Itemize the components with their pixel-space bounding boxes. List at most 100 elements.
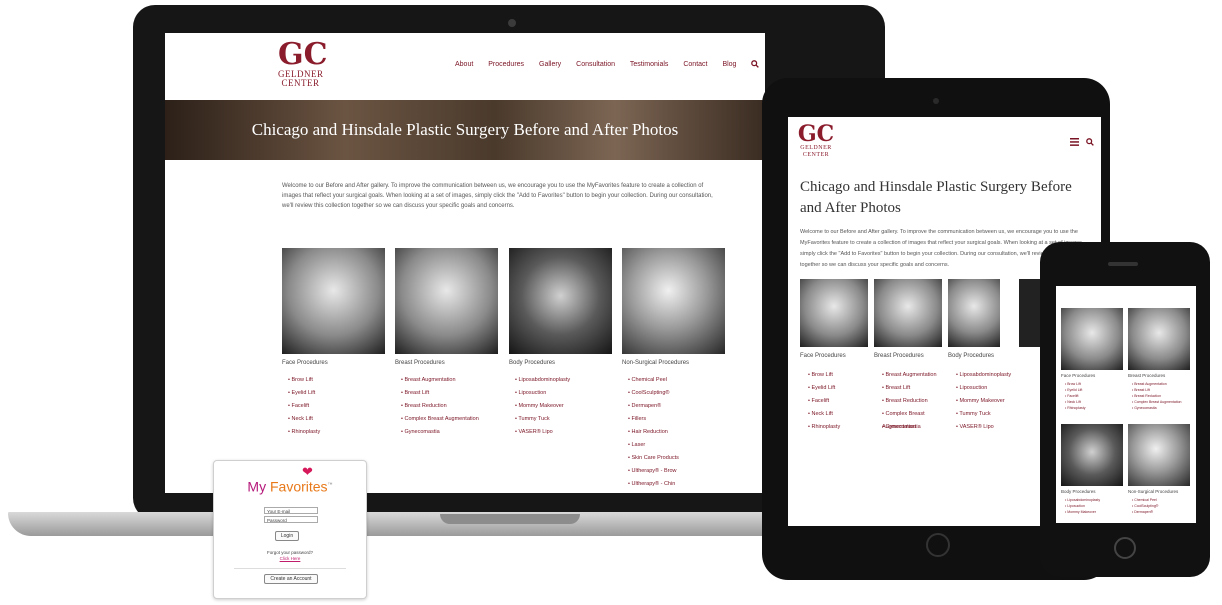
category-title-body[interactable]: Body Procedures	[509, 360, 555, 366]
list-item[interactable]: Gynecomastia	[882, 421, 946, 434]
list-item[interactable]: Chemical Peel	[628, 374, 679, 387]
list-item[interactable]: Dermapen®	[1132, 509, 1158, 515]
camera-icon	[933, 98, 939, 104]
nav-gallery[interactable]: Gallery	[539, 61, 561, 68]
non-surgical-procedures-image[interactable]	[622, 248, 725, 354]
site-logo[interactable]: GC GELDNER CENTER	[278, 37, 328, 90]
list-item[interactable]: Breast Augmentation	[401, 374, 479, 387]
list-item[interactable]: Rhinoplasty	[288, 426, 320, 439]
list-item[interactable]: Breast Reduction	[401, 400, 479, 413]
face-procedures-image[interactable]	[282, 248, 385, 354]
category-title-face[interactable]: Face Procedures	[1061, 373, 1095, 378]
list-item[interactable]: Facelift	[288, 400, 320, 413]
create-account-button[interactable]: Create an Account	[264, 574, 318, 584]
nav-contact[interactable]: Contact	[683, 61, 707, 68]
list-item[interactable]: Rhinoplasty	[1065, 405, 1085, 411]
category-title-face[interactable]: Face Procedures	[800, 353, 846, 359]
category-title-non-surgical[interactable]: Non-Surgical Procedures	[622, 360, 689, 366]
breast-procedures-image[interactable]	[395, 248, 498, 354]
list-item[interactable]: Mommy Makeover	[956, 395, 1020, 408]
body-procedures-image[interactable]	[948, 279, 1000, 347]
list-item[interactable]: CoolSculpting®	[628, 387, 679, 400]
email-field[interactable]: Your E-mail	[264, 507, 318, 514]
breast-procedures-image[interactable]	[874, 279, 942, 347]
list-item[interactable]: Eyelid Lift	[288, 387, 320, 400]
list-item[interactable]: Rhinoplasty	[808, 421, 868, 434]
list-item[interactable]: Hair Reduction	[628, 426, 679, 439]
list-item[interactable]: Breast Lift	[882, 382, 946, 395]
non-surgical-procedures-image[interactable]	[1128, 424, 1190, 486]
login-button[interactable]: Login	[275, 531, 299, 541]
list-item[interactable]: Gynecomastia	[1132, 405, 1181, 411]
hamburger-icon[interactable]	[1070, 138, 1079, 146]
list-item[interactable]: VASER® Lipo	[515, 426, 570, 439]
breast-procedure-list: Breast Augmentation Breast Lift Breast R…	[882, 369, 946, 434]
list-item[interactable]: Complex Breast Augmentation	[882, 408, 946, 430]
category-title-breast[interactable]: Breast Procedures	[1128, 373, 1165, 378]
nav-testimonials[interactable]: Testimonials	[630, 61, 669, 68]
nav-procedures[interactable]: Procedures	[488, 61, 524, 68]
laptop-notch	[440, 514, 580, 524]
face-procedures-image[interactable]	[800, 279, 868, 347]
body-procedures-image[interactable]	[509, 248, 612, 354]
category-title-body[interactable]: Body Procedures	[948, 353, 994, 359]
home-button-icon	[1114, 537, 1136, 559]
logo-monogram: GC	[278, 37, 328, 72]
list-item[interactable]: Mommy Makeover	[515, 400, 570, 413]
list-item[interactable]: Tummy Tuck	[515, 413, 570, 426]
my-favorites-title: My Favorites™	[214, 477, 366, 495]
nav-blog[interactable]: Blog	[722, 61, 736, 68]
category-title-non-surgical[interactable]: Non-Surgical Procedures	[1128, 489, 1178, 494]
breast-procedures-image[interactable]	[1128, 308, 1190, 370]
list-item[interactable]: Liposuction	[956, 382, 1020, 395]
list-item[interactable]: Liposuction	[515, 387, 570, 400]
list-item[interactable]: Brow Lift	[288, 374, 320, 387]
logo-name-line2: CENTER	[802, 152, 830, 158]
category-title-breast[interactable]: Breast Procedures	[395, 360, 445, 366]
category-title-face[interactable]: Face Procedures	[282, 360, 328, 366]
laptop-screen: GC GELDNER CENTER About Procedures Galle…	[165, 33, 765, 493]
list-item[interactable]: Liposabdominoplasty	[515, 374, 570, 387]
list-item[interactable]: Neck Lift	[808, 408, 868, 421]
list-item[interactable]: Complex Breast Augmentation	[401, 413, 478, 426]
non-surgical-procedure-list: Chemical Peel CoolSculpting® Dermapen®	[1132, 497, 1158, 515]
list-item[interactable]: Breast Augmentation	[882, 369, 946, 382]
list-item[interactable]: Gynecomastia	[401, 426, 479, 439]
list-item[interactable]: Laser	[628, 439, 679, 452]
list-item[interactable]: Neck Lift	[288, 413, 320, 426]
list-item[interactable]: Brow Lift	[808, 369, 868, 382]
password-field[interactable]: Password	[264, 516, 318, 523]
list-item[interactable]: Breast Reduction	[882, 395, 946, 408]
list-item[interactable]: Fillers	[628, 413, 679, 426]
nav-about[interactable]: About	[455, 61, 473, 68]
search-icon[interactable]	[751, 60, 760, 68]
face-procedure-list: Brow Lift Eyelid Lift Facelift Neck Lift…	[288, 374, 320, 439]
body-procedure-list: Liposabdominoplasty Liposuction Mommy Ma…	[515, 374, 570, 439]
breast-procedure-list: Breast Augmentation Breast Lift Breast R…	[1132, 381, 1181, 411]
click-here-link[interactable]: Click Here	[214, 556, 366, 562]
list-item[interactable]: Skin Care Products	[628, 452, 678, 465]
list-item[interactable]: Ultherapy® - Brow	[628, 465, 679, 478]
category-title-breast[interactable]: Breast Procedures	[874, 353, 924, 359]
page-title: Chicago and Hinsdale Plastic Surgery Bef…	[251, 120, 679, 139]
list-item[interactable]: Dermapen®	[628, 400, 679, 413]
list-item[interactable]: Eyelid Lift	[808, 382, 868, 395]
list-item[interactable]: Mommy Makeover	[1065, 509, 1100, 515]
search-icon[interactable]	[1086, 138, 1094, 146]
list-item[interactable]: VASER® Lipo	[956, 421, 1020, 434]
title-favorites: Favorites	[269, 478, 328, 495]
nav-consultation[interactable]: Consultation	[576, 61, 615, 68]
category-title-body[interactable]: Body Procedures	[1061, 489, 1096, 494]
face-procedures-image[interactable]	[1061, 308, 1123, 370]
list-item[interactable]: Breast Lift	[401, 387, 479, 400]
list-item[interactable]: Ultherapy® - Chin	[628, 478, 679, 491]
body-procedure-list: Liposabdominoplasty Liposuction Mommy Ma…	[956, 369, 1020, 434]
intro-text: Welcome to our Before and After gallery.…	[282, 183, 713, 209]
face-procedure-list: Brow Lift Eyelid Lift Facelift Neck Lift…	[808, 369, 868, 434]
body-procedures-image[interactable]	[1061, 424, 1123, 486]
list-item[interactable]: Tummy Tuck	[956, 408, 1020, 421]
list-item[interactable]: Liposabdominoplasty	[956, 369, 1020, 382]
divider	[234, 568, 346, 569]
site-logo[interactable]: GC GELDNER CENTER	[796, 123, 836, 159]
list-item[interactable]: Facelift	[808, 395, 868, 408]
